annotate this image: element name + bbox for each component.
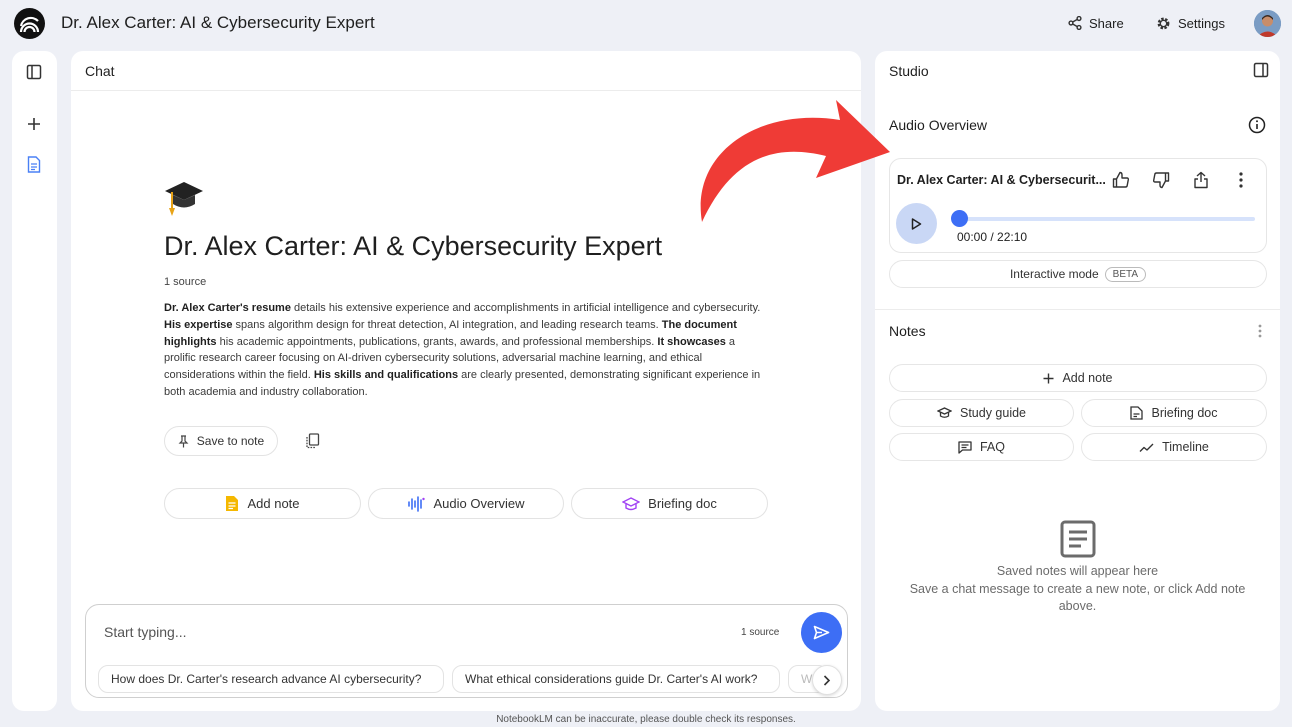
timeline-icon	[1139, 443, 1154, 452]
audio-overview-card: Dr. Alex Carter: AI & Cybersecurit... 00…	[889, 158, 1267, 253]
note-doc-icon	[226, 496, 239, 511]
suggestions-next-button[interactable]	[812, 665, 842, 695]
settings-label: Settings	[1178, 15, 1225, 31]
send-icon	[813, 625, 830, 640]
plus-icon	[1043, 373, 1054, 383]
add-source-icon[interactable]	[24, 114, 44, 134]
top-bar: Dr. Alex Carter: AI & Cybersecurity Expe…	[0, 0, 1292, 46]
faq-label: FAQ	[979, 440, 1005, 454]
notebooklm-logo-icon[interactable]	[14, 8, 45, 39]
summary-bold-5: His skills and qualifications	[313, 369, 459, 382]
source-document-icon[interactable]	[24, 154, 44, 174]
timeline-label: Timeline	[1162, 440, 1209, 454]
faq-chat-icon	[958, 440, 972, 454]
toggle-sidebar-icon[interactable]	[24, 62, 44, 82]
add-note-label: Add note	[1062, 371, 1113, 385]
notes-empty-icon	[1060, 520, 1096, 563]
suggested-question-1[interactable]: How does Dr. Carter's research advance A…	[98, 665, 444, 693]
audio-overview-title: Audio Overview	[889, 117, 988, 133]
graduation-cap-icon	[164, 179, 204, 222]
audio-progress-track[interactable]	[959, 217, 1255, 221]
gear-icon	[1157, 17, 1170, 29]
studio-divider	[875, 309, 1280, 310]
summary-text-3: his academic appointments, publications,…	[216, 335, 658, 348]
notebook-summary: Dr. Alex Carter's resume details his ext…	[164, 300, 764, 401]
notebook-title[interactable]: Dr. Alex Carter: AI & Cybersecurity Expe…	[61, 13, 375, 33]
notes-empty-text: Save a chat message to create a new note…	[909, 582, 1246, 613]
summary-bold-1: Dr. Alex Carter's resume	[164, 302, 291, 314]
interactive-mode-button[interactable]: Interactive mode BETA	[889, 260, 1267, 288]
toggle-studio-icon[interactable]	[1252, 62, 1270, 80]
studio-panel: Studio Audio Overview Dr. Alex Carter: A…	[875, 51, 1280, 711]
share-button[interactable]: Share	[1068, 10, 1124, 36]
summary-text-2: spans algorithm design for threat detect…	[232, 318, 662, 331]
save-to-note-button[interactable]: Save to note	[164, 426, 278, 456]
notes-title: Notes	[889, 323, 926, 339]
notes-empty-title: Saved notes will appear here	[996, 564, 1159, 578]
chat-panel-title: Chat	[85, 63, 115, 79]
thumbs-down-icon[interactable]	[1149, 168, 1173, 192]
copy-icon[interactable]	[302, 431, 322, 451]
share-label: Share	[1089, 15, 1124, 31]
chat-input[interactable]	[104, 622, 704, 642]
add-note-action-label: Add note	[247, 496, 300, 511]
settings-button[interactable]: Settings	[1156, 10, 1225, 36]
more-vertical-icon[interactable]	[1229, 168, 1253, 192]
faq-button[interactable]: FAQ	[889, 433, 1074, 461]
add-note-action-button[interactable]: Add note	[164, 488, 361, 519]
share-icon	[1068, 16, 1082, 30]
audio-overview-action-button[interactable]: Audio Overview	[368, 488, 564, 519]
thumbs-up-icon[interactable]	[1109, 168, 1133, 192]
study-guide-label: Study guide	[959, 406, 1027, 420]
notes-more-icon[interactable]	[1252, 320, 1268, 342]
pin-icon	[178, 434, 189, 447]
chat-input-box: 1 source How does Dr. Carter's research …	[85, 604, 848, 698]
input-source-count: 1 source	[741, 627, 780, 638]
study-guide-button[interactable]: Study guide	[889, 399, 1074, 427]
share-upload-icon[interactable]	[1189, 168, 1213, 192]
disclaimer-footer: NotebookLM can be inaccurate, please dou…	[496, 714, 796, 725]
audio-overview-action-label: Audio Overview	[433, 496, 525, 511]
graduation-cap-icon	[622, 496, 641, 510]
briefing-doc-label: Briefing doc	[1151, 406, 1218, 420]
timeline-button[interactable]: Timeline	[1081, 433, 1267, 461]
briefing-doc-icon	[1130, 406, 1144, 420]
beta-badge: BETA	[1104, 266, 1147, 282]
left-rail	[12, 51, 57, 711]
graduation-cap-icon	[936, 407, 952, 418]
briefing-doc-action-button[interactable]: Briefing doc	[571, 488, 768, 519]
audio-time: 00:00 / 22:10	[957, 230, 1028, 244]
play-icon	[911, 217, 922, 230]
source-count: 1 source	[164, 276, 207, 288]
audio-item-title: Dr. Alex Carter: AI & Cybersecurit...	[897, 173, 1106, 187]
chevron-right-icon	[823, 674, 831, 686]
info-icon[interactable]	[1247, 115, 1267, 135]
send-button[interactable]	[801, 612, 842, 653]
audio-progress-knob[interactable]	[951, 210, 968, 227]
audio-waveform-icon	[408, 495, 426, 512]
briefing-doc-action-label: Briefing doc	[648, 496, 717, 511]
play-button[interactable]	[896, 203, 937, 244]
save-to-note-label: Save to note	[196, 434, 265, 448]
chat-header: Chat	[71, 51, 861, 91]
summary-bold-2: His expertise	[164, 318, 233, 331]
suggested-question-2[interactable]: What ethical considerations guide Dr. Ca…	[452, 665, 780, 693]
studio-header: Studio	[875, 51, 1280, 91]
studio-panel-title: Studio	[889, 63, 929, 79]
chat-notebook-heading: Dr. Alex Carter: AI & Cybersecurity Expe…	[164, 231, 663, 261]
add-note-button[interactable]: Add note	[889, 364, 1267, 392]
summary-text-1: details his extensive experience and acc…	[290, 302, 761, 314]
briefing-doc-button[interactable]: Briefing doc	[1081, 399, 1267, 427]
user-avatar[interactable]	[1254, 10, 1281, 37]
chat-panel: Chat Dr. Alex Carter: AI & Cybersecurity…	[71, 51, 861, 711]
summary-bold-4: It showcases	[657, 335, 726, 348]
interactive-mode-label: Interactive mode	[1009, 267, 1099, 281]
